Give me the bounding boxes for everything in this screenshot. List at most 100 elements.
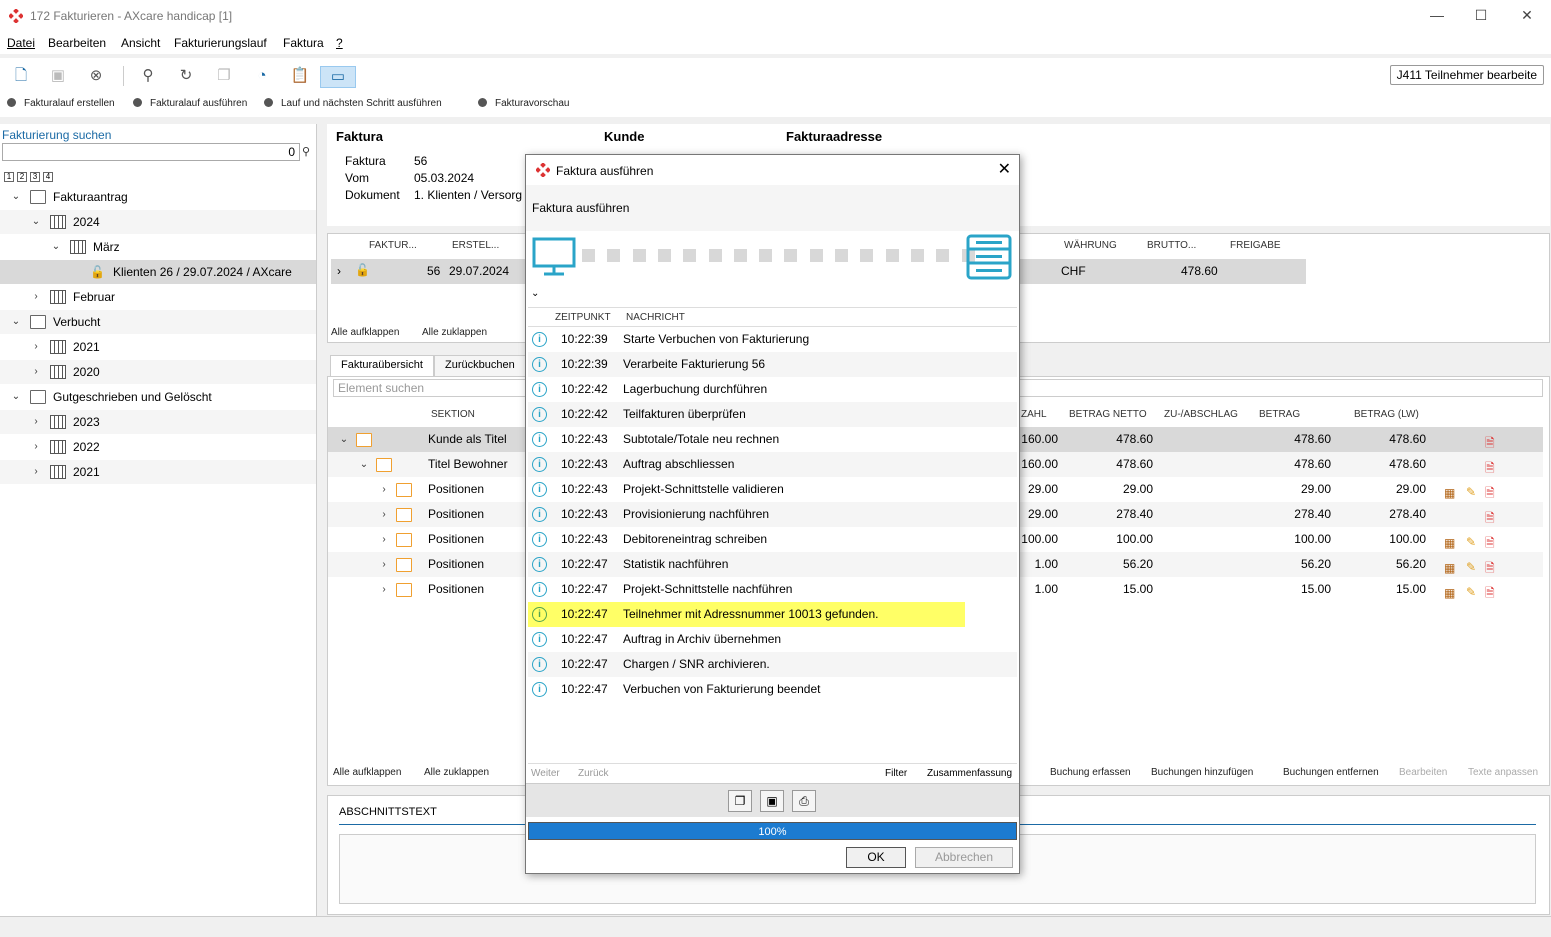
edit-icon[interactable]: ✎ <box>1466 580 1476 605</box>
preview-icon[interactable]: ▭ <box>320 66 356 88</box>
collapse-all-link[interactable]: Alle zuklappen <box>422 327 487 338</box>
new-document-icon[interactable]: 🗋 <box>9 66 33 88</box>
col-betrag[interactable]: BETRAG <box>1259 409 1300 420</box>
expand-all-link-2[interactable]: Alle aufklappen <box>333 767 401 778</box>
col-zeitpunkt[interactable]: ZEITPUNKT <box>555 312 611 323</box>
tree-item[interactable]: ⌄ Verbucht <box>0 310 316 334</box>
log-row[interactable]: i 10:22:47 Chargen / SNR archivieren. <box>528 652 1017 677</box>
ok-button[interactable]: OK <box>846 847 906 868</box>
col-waehrung[interactable]: WÄHRUNG <box>1064 240 1117 251</box>
chevron-down-icon[interactable]: ⌄ <box>30 210 42 234</box>
chevron-down-icon[interactable]: ⌄ <box>10 310 22 334</box>
chevron-right-icon[interactable]: › <box>337 264 341 278</box>
col-brutto[interactable]: BRUTTO... <box>1147 240 1196 251</box>
chevron-right-icon[interactable]: › <box>30 410 42 434</box>
tree-item[interactable]: › 2020 <box>0 360 316 384</box>
texte-anpassen-link[interactable]: Texte anpassen <box>1468 767 1538 778</box>
buchung-erfassen-link[interactable]: Buchung erfassen <box>1050 767 1131 778</box>
chevron-right-icon[interactable]: › <box>378 577 390 602</box>
chevron-right-icon[interactable]: › <box>30 460 42 484</box>
zurueck-link[interactable]: Zurück <box>578 768 609 779</box>
log-row[interactable]: i 10:22:39 Starte Verbuchen von Fakturieru… <box>528 327 1017 352</box>
clipboard-icon[interactable]: 📋 <box>288 66 312 88</box>
action-create[interactable]: Fakturalauf erstellen <box>7 98 115 109</box>
tree-item[interactable]: › 2022 <box>0 435 316 459</box>
chevron-right-icon[interactable]: › <box>30 435 42 459</box>
chevron-down-icon[interactable]: ⌄ <box>50 235 62 259</box>
log-row[interactable]: i 10:22:43 Debitoreneintrag schreiben <box>528 527 1017 552</box>
log-row[interactable]: i 10:22:43 Provisionierung nachführen <box>528 502 1017 527</box>
chevron-right-icon[interactable]: › <box>378 552 390 577</box>
menu-datei[interactable]: Datei <box>7 36 35 50</box>
chat-icon[interactable]: ◔ <box>250 66 274 88</box>
tree-item[interactable]: ⌄ Gutgeschrieben und Gelöscht <box>0 385 316 409</box>
log-row[interactable]: i 10:22:43 Subtotale/Totale neu rechnen <box>528 427 1017 452</box>
col-betrag-lw[interactable]: BETRAG (LW) <box>1354 409 1419 420</box>
search-input[interactable]: 0 <box>2 143 300 161</box>
edit-participant-button[interactable]: J411 Teilnehmer bearbeite <box>1389 65 1544 85</box>
buchungen-hinzufuegen-link[interactable]: Buchungen hinzufügen <box>1151 767 1253 778</box>
chevron-right-icon[interactable]: › <box>378 527 390 552</box>
chevron-right-icon[interactable]: › <box>30 285 42 309</box>
col-netto[interactable]: BETRAG NETTO <box>1069 409 1147 420</box>
refresh-icon[interactable]: ↻ <box>174 66 198 88</box>
chevron-down-icon[interactable]: ⌄ <box>10 185 22 209</box>
menu-bearbeiten[interactable]: Bearbeiten <box>48 36 106 50</box>
chevron-down-icon[interactable]: ⌄ <box>358 452 370 477</box>
tree-item[interactable]: ⌄ Fakturaantrag <box>0 185 316 209</box>
menu-help[interactable]: ? <box>336 36 343 50</box>
table-icon[interactable]: ▦ <box>1444 581 1455 606</box>
search-icon[interactable]: ⚲ <box>302 143 316 161</box>
level-2-button[interactable]: 2 <box>17 172 27 182</box>
chevron-right-icon[interactable]: › <box>30 335 42 359</box>
tree-item[interactable]: › 2023 <box>0 410 316 434</box>
tree-item[interactable]: › Februar <box>0 285 316 309</box>
col-sektion[interactable]: SEKTION <box>431 409 475 420</box>
maximize-button[interactable]: ☐ <box>1461 5 1501 27</box>
chevron-right-icon[interactable]: › <box>378 477 390 502</box>
menu-fakturierungslauf[interactable]: Fakturierungslauf <box>174 36 267 50</box>
action-preview[interactable]: Fakturavorschau <box>478 98 569 109</box>
menu-ansicht[interactable]: Ansicht <box>121 36 160 50</box>
print-icon[interactable]: ⎙ <box>792 790 816 812</box>
chevron-down-icon[interactable]: ⌄ <box>338 427 350 452</box>
log-row[interactable]: i 10:22:47 Verbuchen von Fakturierung been… <box>528 677 1017 702</box>
search-icon[interactable]: ⚲ <box>136 66 160 88</box>
log-row[interactable]: i 10:22:47 Teilnehmer mit Adressnummer 100… <box>528 602 965 627</box>
delete-document-icon[interactable]: 🗎 <box>1485 581 1495 606</box>
chevron-down-icon[interactable]: ⌄ <box>10 385 22 409</box>
col-nachricht[interactable]: NACHRICHT <box>626 312 685 323</box>
col-faktur[interactable]: FAKTUR... <box>369 240 417 251</box>
close-button[interactable]: ✕ <box>1507 5 1547 27</box>
save-icon[interactable]: ▣ <box>46 66 70 88</box>
chevron-right-icon[interactable]: › <box>30 360 42 384</box>
copy-icon[interactable]: ❐ <box>212 66 236 88</box>
chevron-down-icon[interactable]: ⌄ <box>531 288 539 299</box>
log-row[interactable]: i 10:22:47 Auftrag in Archiv übernehmen <box>528 627 1017 652</box>
tree-item[interactable]: ⌄ März <box>0 235 316 259</box>
filter-link[interactable]: Filter <box>885 768 907 779</box>
minimize-button[interactable]: — <box>1417 5 1457 27</box>
menu-faktura[interactable]: Faktura <box>283 36 324 50</box>
level-4-button[interactable]: 4 <box>43 172 53 182</box>
chevron-right-icon[interactable]: › <box>378 502 390 527</box>
action-run-next[interactable]: Lauf und nächsten Schritt ausführen <box>264 98 442 109</box>
tab-fakturaubersicht[interactable]: Fakturaübersicht <box>330 355 434 376</box>
log-row[interactable]: i 10:22:43 Projekt-Schnittstelle validiere… <box>528 477 1017 502</box>
col-erstel[interactable]: ERSTEL... <box>452 240 499 251</box>
cancel-icon[interactable]: ⊗ <box>84 66 108 88</box>
log-row[interactable]: i 10:22:47 Projekt-Schnittstelle nachführe… <box>528 577 1017 602</box>
cancel-button[interactable]: Abbrechen <box>915 847 1013 868</box>
close-icon[interactable]: ✕ <box>998 159 1011 179</box>
copy-icon[interactable]: ❐ <box>728 790 752 812</box>
col-freigabe[interactable]: FREIGABE <box>1230 240 1281 251</box>
tree-item[interactable]: 🔓 Klienten 26 / 29.07.2024 / AXcare <box>0 260 316 284</box>
tree-item[interactable]: › 2021 <box>0 335 316 359</box>
log-row[interactable]: i 10:22:42 Lagerbuchung durchführen <box>528 377 1017 402</box>
tab-zurueckbuchen[interactable]: Zurückbuchen <box>434 355 526 376</box>
log-row[interactable]: i 10:22:42 Teilfakturen überprüfen <box>528 402 1017 427</box>
weiter-link[interactable]: Weiter <box>531 768 560 779</box>
log-row[interactable]: i 10:22:43 Auftrag abschliessen <box>528 452 1017 477</box>
action-run[interactable]: Fakturalauf ausführen <box>133 98 247 109</box>
bearbeiten-link[interactable]: Bearbeiten <box>1399 767 1447 778</box>
